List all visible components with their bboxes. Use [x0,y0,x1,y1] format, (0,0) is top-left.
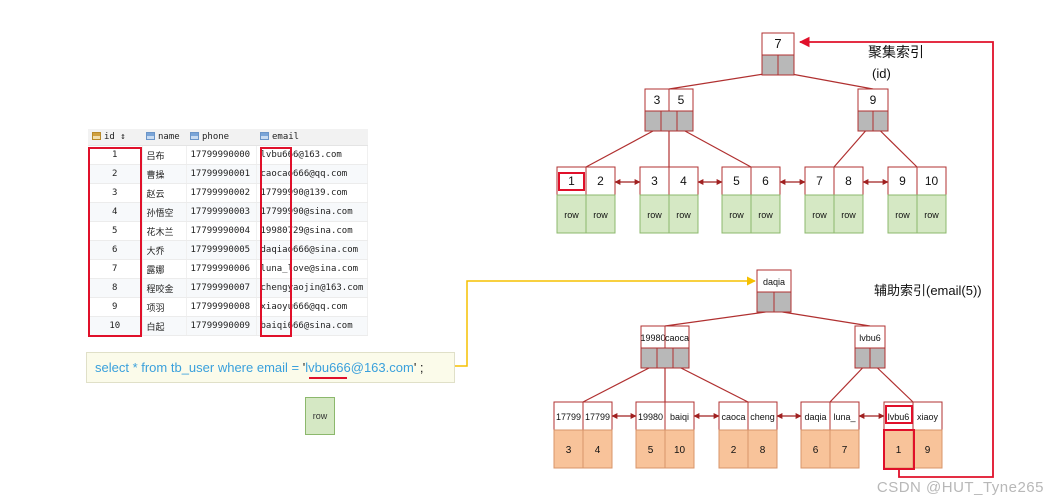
secondary-internal-key: lvbu6 [859,333,881,343]
secondary-leaf-key: caoca [721,412,745,422]
clustered-index-subtitle: (id) [872,66,891,81]
clustered-leaf-data: row [593,210,608,220]
tree-edge [582,367,650,403]
secondary-leaf-data: 2 [731,445,737,456]
secondary-leaf-data: 10 [674,445,686,456]
clustered-internal-key: 9 [870,93,877,107]
clustered-leaf-data: row [647,210,662,220]
clustered-leaf-key: 7 [816,174,823,188]
secondary-leaf-key: 19980 [638,412,663,422]
secondary-leaf-data: 7 [842,445,848,456]
secondary-root-key: daqia [763,277,785,287]
clustered-root-pointer [761,54,779,76]
clustered-leaf-data: row [564,210,579,220]
clustered-leaf-key: 6 [762,174,769,188]
query-connector [455,276,756,367]
secondary-leaf-key: 17799 [585,412,610,422]
clustered-leaf-key: 2 [597,174,604,188]
secondary-leaf-key: luna_ [833,412,856,422]
index-diagram: 7 3 5 9 1 row 2 row 3 row 4 row 5 row 6 row 7 row 8 row 9 row… [455,32,994,478]
tree-edge [585,130,654,168]
clustered-leaf-key: 3 [651,174,658,188]
secondary-internal-pointer [854,347,871,369]
secondary-internal-key: caoca [665,333,689,343]
secondary-internal-pointer [640,347,658,369]
clustered-leaf-key: 4 [680,174,687,188]
tree-edge [664,311,766,327]
tree-edge [684,130,752,168]
secondary-internal-key: 19980 [640,333,665,343]
secondary-leaf-key: daqia [804,412,826,422]
tree-edge [668,72,771,90]
clustered-leaf-key: 8 [845,174,852,188]
clustered-leaf-data: row [841,210,856,220]
clustered-leaf-data: row [758,210,773,220]
clustered-leaf-data: row [812,210,827,220]
secondary-leaf-key: xiaoy [917,412,939,422]
secondary-leaf-data: 9 [925,445,931,456]
tree-edge [785,72,874,90]
clustered-internal-pointer [644,110,662,132]
tree-edge [877,367,914,403]
watermark: CSDN @HUT_Tyne265 [876,479,1044,496]
secondary-leaf-data: 3 [566,445,572,456]
secondary-leaf-key: 17799 [556,412,581,422]
secondary-internal-pointer [869,347,886,369]
secondary-internal-pointer [672,347,690,369]
clustered-leaf-key: 5 [733,174,740,188]
secondary-leaf-data: 5 [648,445,654,456]
clustered-internal-pointer [857,110,874,132]
clustered-leaf-data: row [895,210,910,220]
clustered-internal-key: 5 [678,93,685,107]
secondary-leaf-key: lvbu6 [888,412,910,422]
clustered-internal-pointer [872,110,889,132]
clustered-leaf-data: row [676,210,691,220]
tree-edge [680,367,749,403]
clustered-leaf-key: 1 [568,174,575,188]
secondary-leaf-data: 1 [896,445,902,456]
tree-edge [833,130,866,168]
clustered-root-key: 7 [774,36,781,51]
secondary-leaf-key: cheng [750,412,775,422]
secondary-root-pointer [756,291,775,313]
clustered-internal-pointer [676,110,694,132]
tree-edge [829,367,863,403]
secondary-leaf-data: 8 [760,445,766,456]
secondary-index-title: 辅助索引(email(5)) [874,283,982,298]
clustered-root-pointer [777,54,795,76]
tree-edge [880,130,918,168]
clustered-leaf-data: row [924,210,939,220]
clustered-leaf-key: 10 [925,174,939,188]
clustered-internal-key: 3 [654,93,661,107]
secondary-leaf-data: 6 [813,445,819,456]
clustered-internal-pointer [660,110,678,132]
clustered-leaf-key: 9 [899,174,906,188]
secondary-root-pointer [773,291,792,313]
clustered-index-title: 聚集索引 [868,44,924,60]
clustered-leaf-data: row [729,210,744,220]
secondary-leaf-data: 4 [595,445,601,456]
secondary-internal-pointer [656,347,674,369]
tree-edge [782,311,871,327]
secondary-leaf-key: baiqi [670,412,689,422]
